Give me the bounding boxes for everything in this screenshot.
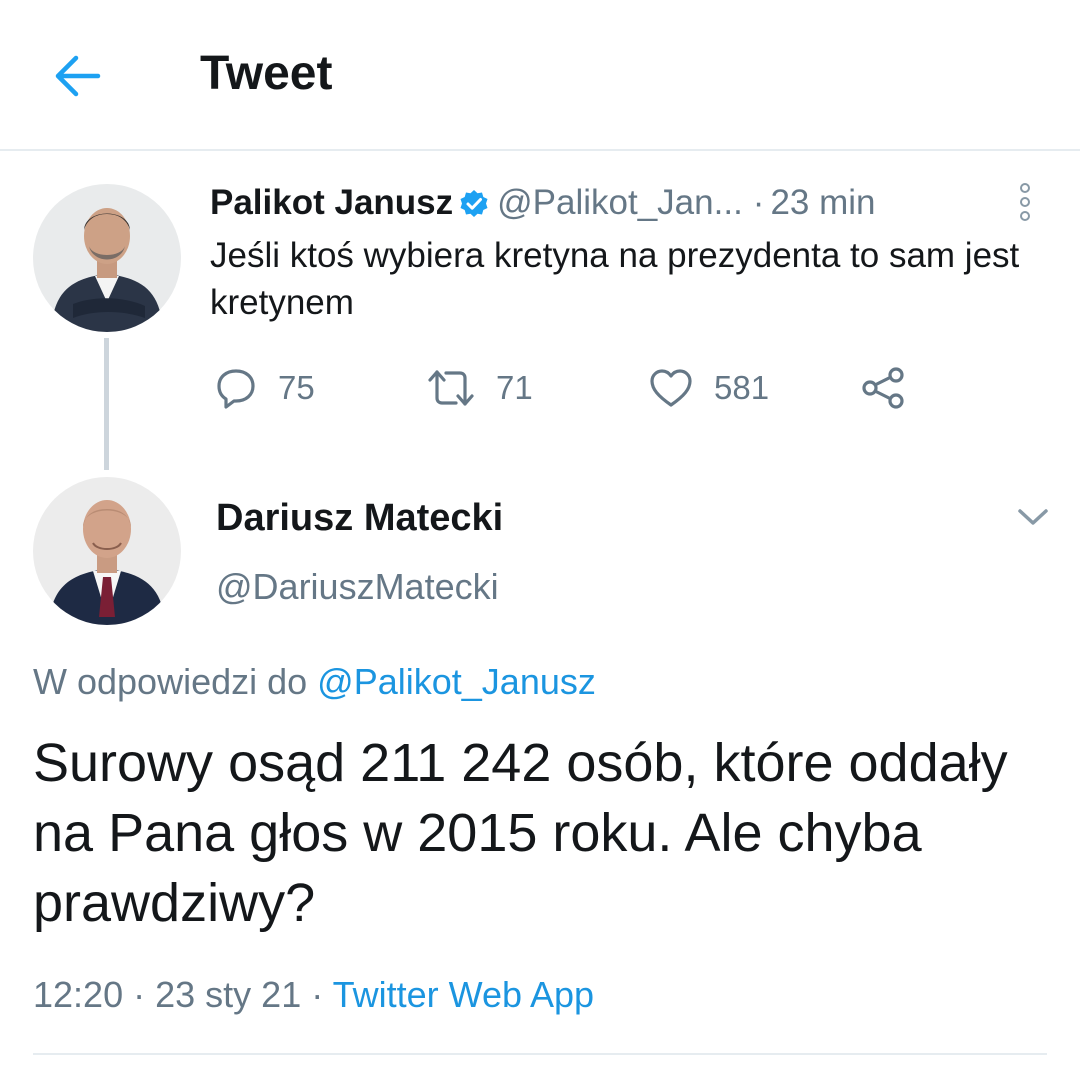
reply-icon xyxy=(217,369,255,409)
share-icon xyxy=(862,367,904,409)
avatar-palikot[interactable] xyxy=(33,184,181,332)
separator-dot: · xyxy=(752,183,765,222)
source-link[interactable]: Twitter Web App xyxy=(333,974,594,1015)
separator-dot: · xyxy=(311,974,324,1015)
avatar-photo xyxy=(33,477,181,625)
author-handle[interactable]: @Palikot_Jan... xyxy=(497,183,743,222)
thread-connector xyxy=(104,338,109,470)
retweet-count: 71 xyxy=(496,369,533,406)
heart-icon xyxy=(650,369,692,407)
more-options-icon[interactable] xyxy=(1013,181,1037,223)
avatar-matecki[interactable] xyxy=(33,477,181,625)
reply-count: 75 xyxy=(278,369,315,406)
separator-dot: · xyxy=(133,974,146,1015)
replying-mention-link[interactable]: @Palikot_Janusz xyxy=(317,661,596,702)
author-handle[interactable]: @DariuszMatecki xyxy=(216,566,499,608)
replying-to: W odpowiedzi do @Palikot_Janusz xyxy=(33,661,596,703)
author-name[interactable]: Palikot Janusz xyxy=(210,183,453,222)
author-name[interactable]: Dariusz Matecki xyxy=(216,497,503,540)
like-count: 581 xyxy=(714,369,770,406)
tweet1-header: Palikot Janusz @Palikot_Jan... · 23 min xyxy=(210,180,970,226)
tweet1-actions: 75 71 581 xyxy=(210,362,970,414)
retweet-icon xyxy=(428,370,474,406)
tweet1-text: Jeśli ktoś wybiera kretyna na prezydenta… xyxy=(210,236,1020,322)
bottom-divider xyxy=(33,1053,1047,1055)
replying-label: W odpowiedzi do xyxy=(33,661,308,702)
tweet2-text: Surowy osąd 211 242 osób, które oddały n… xyxy=(33,733,1008,933)
like-button[interactable]: 581 xyxy=(648,362,769,414)
reply-button[interactable]: 75 xyxy=(214,362,315,414)
tweet-date: 23 sty 21 xyxy=(155,974,302,1015)
share-button[interactable] xyxy=(860,362,906,414)
retweet-button[interactable]: 71 xyxy=(426,362,533,414)
tweet-time[interactable]: 23 min xyxy=(770,183,875,222)
verified-badge-icon xyxy=(460,190,488,217)
top-bar: Tweet xyxy=(0,0,1080,151)
tweet-meta: 12:20 · 23 sty 21 · Twitter Web App xyxy=(33,974,594,1016)
avatar-photo xyxy=(33,184,181,332)
header-divider xyxy=(0,149,1080,151)
page-title: Tweet xyxy=(200,47,333,100)
tweet-time: 12:20 xyxy=(33,974,124,1015)
chevron-down-icon[interactable] xyxy=(1016,506,1050,528)
arrow-left-icon[interactable] xyxy=(50,52,106,100)
